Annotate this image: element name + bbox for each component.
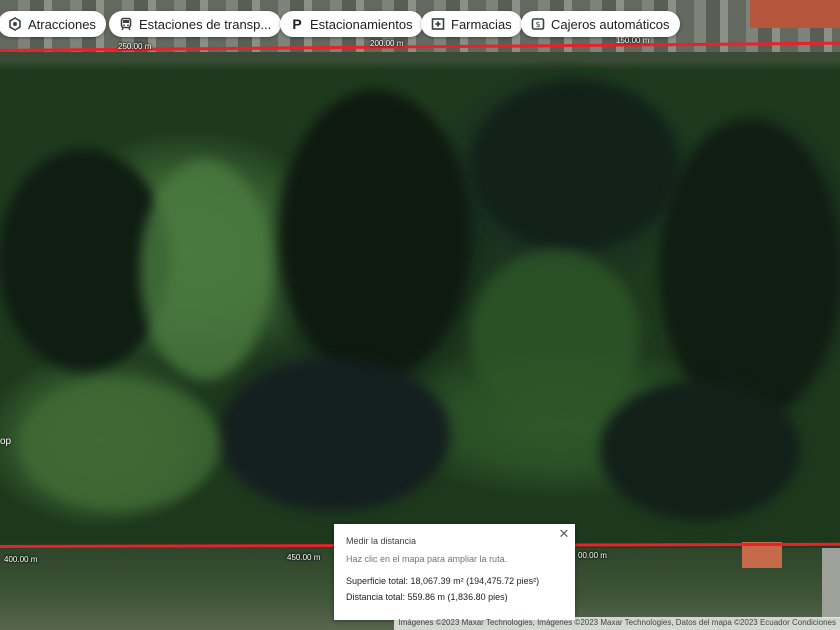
close-icon[interactable]: ✕ <box>557 526 571 541</box>
measure-distance-panel: ✕ Medir la distancia Haz clic en el mapa… <box>334 524 575 620</box>
chip-label: Farmacias <box>451 16 512 32</box>
place-label[interactable]: op <box>0 436 11 447</box>
panel-title: Medir la distancia <box>346 536 417 546</box>
tree-cluster <box>660 120 840 420</box>
distance-label: 150.00 m <box>616 36 650 45</box>
panel-hint: Haz clic en el mapa para ampliar la ruta… <box>346 554 508 564</box>
tree-cluster <box>470 80 680 250</box>
attraction-icon <box>8 17 22 31</box>
chip-label: Atracciones <box>28 16 96 32</box>
chip-label: Estaciones de transp... <box>139 16 272 32</box>
chip-parking[interactable]: P Estacionamientos <box>280 11 423 37</box>
tree-cluster <box>600 380 800 520</box>
chip-label: Cajeros automáticos <box>551 16 670 32</box>
chip-attractions[interactable]: Atracciones <box>0 11 106 37</box>
category-chips: Atracciones Estaciones de transp... P Es… <box>0 11 840 37</box>
total-area: Superficie total: 18,067.39 m² (194,475.… <box>346 576 540 586</box>
tree-cluster <box>220 360 450 510</box>
chip-pharmacy[interactable]: Farmacias <box>421 11 522 37</box>
building <box>822 548 840 618</box>
atm-icon: $ <box>531 17 545 31</box>
grass-area <box>20 380 220 510</box>
total-distance: Distancia total: 559.86 m (1,836.80 pies… <box>346 592 508 602</box>
tree-cluster <box>280 90 470 380</box>
distance-label: 400.00 m <box>4 555 38 564</box>
grass-area <box>140 160 270 380</box>
transit-icon <box>119 17 133 31</box>
distance-label: 450.00 m <box>287 553 321 562</box>
distance-label: 00.00 m <box>578 551 607 560</box>
chip-transit[interactable]: Estaciones de transp... <box>109 11 282 37</box>
map-attribution[interactable]: Imágenes ©2023 Maxar Technologies, Imáge… <box>394 617 840 630</box>
distance-label: 250.00 m <box>118 42 152 51</box>
grass-area <box>470 250 640 420</box>
distance-label: 200.00 m <box>370 39 404 48</box>
pharmacy-icon <box>431 17 445 31</box>
chip-label: Estacionamientos <box>310 16 413 32</box>
chip-atm[interactable]: $ Cajeros automáticos <box>521 11 680 37</box>
parking-icon: P <box>292 16 302 32</box>
svg-text:$: $ <box>535 20 540 29</box>
